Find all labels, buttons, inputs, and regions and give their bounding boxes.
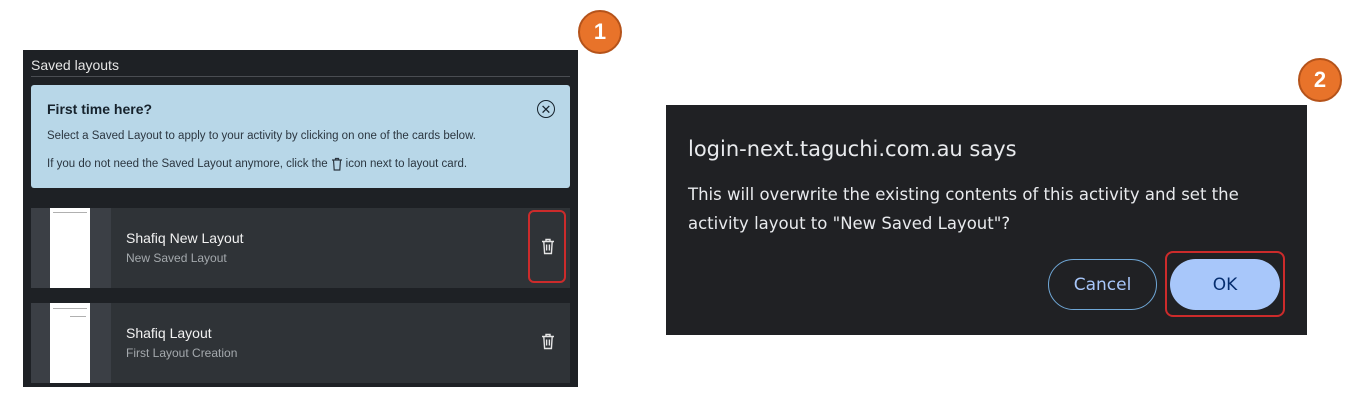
ok-highlight-box (1165, 251, 1285, 317)
dialog-title: login-next.taguchi.com.au says (688, 137, 1017, 161)
info-text-before: If you do not need the Saved Layout anym… (47, 158, 328, 170)
info-text-line2: If you do not need the Saved Layout anym… (47, 157, 467, 171)
layout-card[interactable]: Shafiq New Layout New Saved Layout (31, 208, 570, 288)
step-marker-1: 1 (578, 10, 622, 54)
info-banner: First time here? ✕ Select a Saved Layout… (31, 85, 570, 188)
layout-thumbnail (50, 208, 90, 288)
info-title: First time here? (47, 101, 153, 117)
saved-layouts-panel: Saved layouts First time here? ✕ Select … (23, 50, 578, 387)
close-circle-icon[interactable]: ✕ (537, 100, 555, 118)
trash-highlight-box (528, 210, 566, 283)
divider (31, 76, 570, 77)
card-subtitle: New Saved Layout (126, 251, 227, 265)
card-title: Shafiq New Layout (126, 230, 244, 246)
confirm-dialog: login-next.taguchi.com.au says This will… (666, 105, 1307, 335)
cancel-button[interactable]: Cancel (1048, 259, 1157, 310)
trash-icon (331, 157, 342, 171)
layout-thumbnail (50, 303, 90, 383)
card-title: Shafiq Layout (126, 325, 212, 341)
info-text-after: icon next to layout card. (345, 158, 468, 170)
layout-card[interactable]: Shafiq Layout First Layout Creation (31, 303, 570, 383)
info-text-line1: Select a Saved Layout to apply to your a… (47, 130, 476, 142)
card-subtitle: First Layout Creation (126, 346, 238, 360)
dialog-message: This will overwrite the existing content… (688, 185, 1239, 233)
card-thumbnail-area (31, 303, 111, 383)
card-thumbnail-area (31, 208, 111, 288)
trash-icon[interactable] (541, 333, 555, 350)
step-marker-2: 2 (1298, 58, 1342, 102)
panel-title: Saved layouts (31, 57, 119, 73)
